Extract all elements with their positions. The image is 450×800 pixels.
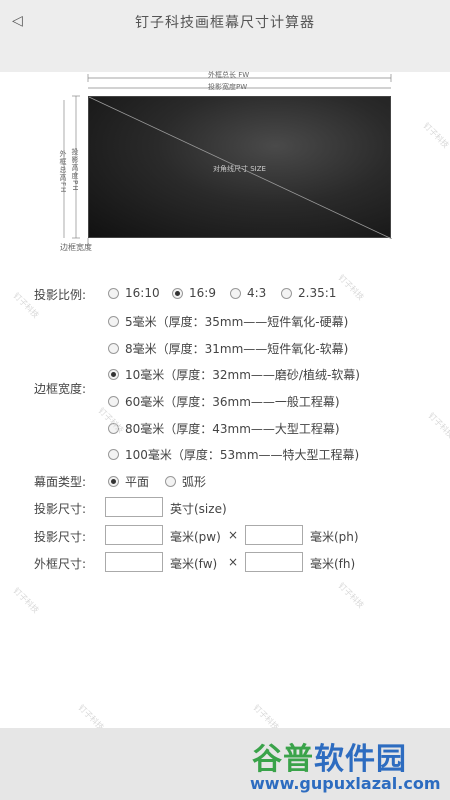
watermark-brand-green: 谷普 [252, 742, 314, 777]
frame-width-unit: 毫米(fw) [170, 557, 218, 571]
border-option-label: 8毫米（厚度：31mm——短件氧化-软幕) [125, 342, 349, 356]
border-option-100mm[interactable]: 100毫米（厚度：53mm——特大型工程幕) [108, 446, 359, 463]
outer-width-label: 外框总长 FW [208, 71, 250, 79]
radio-checked-icon [108, 476, 119, 487]
frame-height-input[interactable] [245, 552, 303, 572]
watermark-text: 钉子科技 [336, 273, 366, 302]
watermark-text: 钉子科技 [336, 581, 366, 610]
frame-size-label: 外框尺寸: [34, 557, 87, 571]
ratio-option-label: 2.35:1 [298, 286, 337, 300]
ratio-option-2-35-1[interactable]: 2.35:1 [281, 286, 336, 300]
surface-option-label: 弧形 [182, 475, 207, 489]
radio-checked-icon [108, 369, 119, 380]
border-option-label: 10毫米（厚度：32mm——磨砂/植绒-软幕) [125, 368, 360, 382]
border-option-label: 100毫米（厚度：53mm——特大型工程幕) [125, 448, 360, 462]
projection-height-label: 投影高度PH [71, 148, 79, 192]
frame-width-input[interactable] [105, 552, 163, 572]
size-unit: 英寸(size) [170, 502, 227, 516]
border-option-label: 60毫米（厚度：36mm——一般工程幕) [125, 395, 340, 409]
radio-icon [108, 316, 119, 327]
surface-type-label: 幕面类型: [34, 475, 87, 489]
page-title: 钉子科技画框幕尺寸计算器 [135, 15, 315, 31]
ratio-option-label: 4:3 [247, 286, 267, 300]
watermark-text: 钉子科技 [11, 586, 41, 615]
border-option-10mm[interactable]: 10毫米（厚度：32mm——磨砂/植绒-软幕) [108, 366, 360, 383]
times-sign: × [228, 528, 239, 542]
times-sign: × [228, 555, 239, 569]
border-option-5mm[interactable]: 5毫米（厚度：35mm——短件氧化-硬幕) [108, 313, 348, 330]
projection-width-input[interactable] [105, 525, 163, 545]
border-width-field-label: 边框宽度: [34, 382, 87, 396]
diagonal-size-label: 对角线尺寸 SIZE [213, 165, 266, 173]
size-input[interactable] [105, 497, 163, 517]
surface-option-curved[interactable]: 弧形 [165, 473, 206, 490]
radio-icon [108, 287, 119, 299]
frame-height-unit: 毫米(fh) [310, 557, 356, 571]
projection-height-unit: 毫米(ph) [310, 530, 359, 544]
projection-height-input[interactable] [245, 525, 303, 545]
ratio-option-16-9[interactable]: 16:9 [172, 286, 216, 300]
radio-icon [165, 476, 176, 487]
watermark-brand-blue: 软件园 [314, 742, 407, 777]
radio-icon [108, 343, 119, 354]
radio-icon [108, 449, 119, 460]
screen-diagram: 外框总长 FW 投影宽度PW 对角线尺寸 SIZE 外框总高FH 投影高度PH … [52, 70, 402, 255]
ratio-option-16-10[interactable]: 16:10 [108, 286, 160, 300]
size-label: 投影尺寸: [34, 502, 87, 516]
watermark-text: 钉子科技 [426, 411, 450, 440]
radio-icon [281, 287, 292, 299]
radio-checked-icon [172, 287, 183, 299]
border-option-label: 5毫米（厚度：35mm——短件氧化-硬幕) [125, 315, 349, 329]
border-width-label: 边框宽度 [60, 243, 92, 252]
watermark-url: www.gupuxlazal.com [250, 774, 441, 793]
watermark-logo: 谷普软件园 www.gupuxlazal.com [246, 730, 446, 798]
screen-preview: 对角线尺寸 SIZE [88, 96, 392, 239]
border-option-60mm[interactable]: 60毫米（厚度：36mm——一般工程幕) [108, 393, 340, 410]
ratio-option-label: 16:10 [125, 286, 160, 300]
outer-height-label: 外框总高FH [59, 150, 67, 194]
surface-option-flat[interactable]: 平面 [108, 473, 149, 490]
border-option-label: 80毫米（厚度：43mm——大型工程幕) [125, 422, 340, 436]
border-option-8mm[interactable]: 8毫米（厚度：31mm——短件氧化-软幕) [108, 340, 348, 357]
ratio-label: 投影比例: [34, 288, 87, 302]
watermark-text: 钉子科技 [421, 121, 450, 150]
title-bar: ◁ 钉子科技画框幕尺寸计算器 [0, 0, 450, 72]
border-option-80mm[interactable]: 80毫米（厚度：43mm——大型工程幕) [108, 420, 340, 437]
watermark-brand: 谷普软件园 [252, 734, 407, 778]
projection-width-unit: 毫米(pw) [170, 530, 221, 544]
radio-icon [108, 396, 119, 407]
ratio-option-4-3[interactable]: 4:3 [230, 286, 266, 300]
ratio-option-label: 16:9 [189, 286, 216, 300]
radio-icon [230, 287, 241, 299]
surface-option-label: 平面 [125, 475, 150, 489]
projection-width-label: 投影宽度PW [208, 83, 248, 91]
projection-size-label: 投影尺寸: [34, 530, 87, 544]
